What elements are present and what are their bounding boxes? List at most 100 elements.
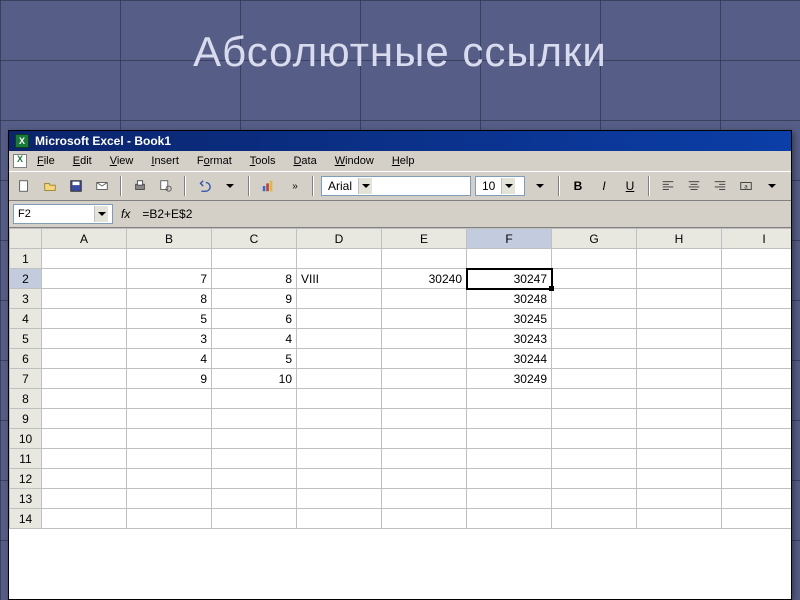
cell-I10[interactable] bbox=[722, 429, 792, 449]
menu-help[interactable]: Help bbox=[384, 153, 423, 169]
column-header-B[interactable]: B bbox=[127, 229, 212, 249]
cell-B8[interactable] bbox=[127, 389, 212, 409]
column-header-H[interactable]: H bbox=[637, 229, 722, 249]
cell-D11[interactable] bbox=[297, 449, 382, 469]
cell-G5[interactable] bbox=[552, 329, 637, 349]
spreadsheet-grid[interactable]: ABCDEFGHI1278VIII30240302473893024845630… bbox=[9, 228, 791, 599]
cell-B1[interactable] bbox=[127, 249, 212, 269]
column-header-E[interactable]: E bbox=[382, 229, 467, 249]
cell-G7[interactable] bbox=[552, 369, 637, 389]
underline-button[interactable]: U bbox=[619, 175, 641, 197]
cell-E10[interactable] bbox=[382, 429, 467, 449]
fx-label[interactable]: fx bbox=[121, 207, 130, 221]
menu-file[interactable]: File bbox=[29, 153, 63, 169]
cell-C7[interactable]: 10 bbox=[212, 369, 297, 389]
cell-E8[interactable] bbox=[382, 389, 467, 409]
cell-G13[interactable] bbox=[552, 489, 637, 509]
cell-G4[interactable] bbox=[552, 309, 637, 329]
column-header-G[interactable]: G bbox=[552, 229, 637, 249]
cell-E11[interactable] bbox=[382, 449, 467, 469]
cell-D5[interactable] bbox=[297, 329, 382, 349]
row-header-11[interactable]: 11 bbox=[10, 449, 42, 469]
cell-D6[interactable] bbox=[297, 349, 382, 369]
cell-B2[interactable]: 7 bbox=[127, 269, 212, 289]
align-left-icon[interactable] bbox=[657, 175, 679, 197]
align-center-icon[interactable] bbox=[683, 175, 705, 197]
cell-C9[interactable] bbox=[212, 409, 297, 429]
row-header-2[interactable]: 2 bbox=[10, 269, 42, 289]
row-header-9[interactable]: 9 bbox=[10, 409, 42, 429]
cell-A10[interactable] bbox=[42, 429, 127, 449]
cell-B4[interactable]: 5 bbox=[127, 309, 212, 329]
cell-H11[interactable] bbox=[637, 449, 722, 469]
cell-I9[interactable] bbox=[722, 409, 792, 429]
cell-H7[interactable] bbox=[637, 369, 722, 389]
cell-C3[interactable]: 9 bbox=[212, 289, 297, 309]
cell-D13[interactable] bbox=[297, 489, 382, 509]
bold-button[interactable]: B bbox=[567, 175, 589, 197]
cell-A12[interactable] bbox=[42, 469, 127, 489]
cell-C6[interactable]: 5 bbox=[212, 349, 297, 369]
select-all-corner[interactable] bbox=[10, 229, 42, 249]
cell-A4[interactable] bbox=[42, 309, 127, 329]
cell-E7[interactable] bbox=[382, 369, 467, 389]
row-header-12[interactable]: 12 bbox=[10, 469, 42, 489]
cell-G6[interactable] bbox=[552, 349, 637, 369]
cell-G12[interactable] bbox=[552, 469, 637, 489]
open-icon[interactable] bbox=[39, 175, 61, 197]
cell-H9[interactable] bbox=[637, 409, 722, 429]
print-preview-icon[interactable] bbox=[155, 175, 177, 197]
cell-C4[interactable]: 6 bbox=[212, 309, 297, 329]
cell-D14[interactable] bbox=[297, 509, 382, 529]
cell-F3[interactable]: 30248 bbox=[467, 289, 552, 309]
cell-I2[interactable] bbox=[722, 269, 792, 289]
cell-G14[interactable] bbox=[552, 509, 637, 529]
cell-H14[interactable] bbox=[637, 509, 722, 529]
cell-G2[interactable] bbox=[552, 269, 637, 289]
cell-E12[interactable] bbox=[382, 469, 467, 489]
row-header-6[interactable]: 6 bbox=[10, 349, 42, 369]
cell-A13[interactable] bbox=[42, 489, 127, 509]
cell-G8[interactable] bbox=[552, 389, 637, 409]
cell-F7[interactable]: 30249 bbox=[467, 369, 552, 389]
column-header-F[interactable]: F bbox=[467, 229, 552, 249]
cell-I7[interactable] bbox=[722, 369, 792, 389]
cell-D7[interactable] bbox=[297, 369, 382, 389]
cell-H8[interactable] bbox=[637, 389, 722, 409]
cell-C1[interactable] bbox=[212, 249, 297, 269]
merge-dropdown-icon[interactable] bbox=[761, 175, 783, 197]
cell-C12[interactable] bbox=[212, 469, 297, 489]
cell-E6[interactable] bbox=[382, 349, 467, 369]
row-header-5[interactable]: 5 bbox=[10, 329, 42, 349]
cell-D1[interactable] bbox=[297, 249, 382, 269]
column-header-A[interactable]: A bbox=[42, 229, 127, 249]
menu-edit[interactable]: Edit bbox=[65, 153, 100, 169]
cell-H13[interactable] bbox=[637, 489, 722, 509]
cell-G10[interactable] bbox=[552, 429, 637, 449]
cell-E5[interactable] bbox=[382, 329, 467, 349]
cell-C2[interactable]: 8 bbox=[212, 269, 297, 289]
cell-H12[interactable] bbox=[637, 469, 722, 489]
workbook-icon[interactable] bbox=[13, 154, 27, 168]
column-header-D[interactable]: D bbox=[297, 229, 382, 249]
cell-I12[interactable] bbox=[722, 469, 792, 489]
print-icon[interactable] bbox=[129, 175, 151, 197]
font-size-dropdown-icon[interactable] bbox=[529, 175, 551, 197]
email-icon[interactable] bbox=[91, 175, 113, 197]
cell-D10[interactable] bbox=[297, 429, 382, 449]
cell-B6[interactable]: 4 bbox=[127, 349, 212, 369]
cell-H4[interactable] bbox=[637, 309, 722, 329]
toolbar-expand-icon[interactable]: » bbox=[283, 175, 305, 197]
cell-B5[interactable]: 3 bbox=[127, 329, 212, 349]
merge-center-icon[interactable]: a bbox=[735, 175, 757, 197]
cell-I4[interactable] bbox=[722, 309, 792, 329]
menu-data[interactable]: Data bbox=[285, 153, 324, 169]
cell-C8[interactable] bbox=[212, 389, 297, 409]
column-header-I[interactable]: I bbox=[722, 229, 792, 249]
menu-view[interactable]: View bbox=[102, 153, 142, 169]
italic-button[interactable]: I bbox=[593, 175, 615, 197]
cell-F12[interactable] bbox=[467, 469, 552, 489]
cell-I8[interactable] bbox=[722, 389, 792, 409]
menu-insert[interactable]: Insert bbox=[143, 153, 187, 169]
cell-I14[interactable] bbox=[722, 509, 792, 529]
